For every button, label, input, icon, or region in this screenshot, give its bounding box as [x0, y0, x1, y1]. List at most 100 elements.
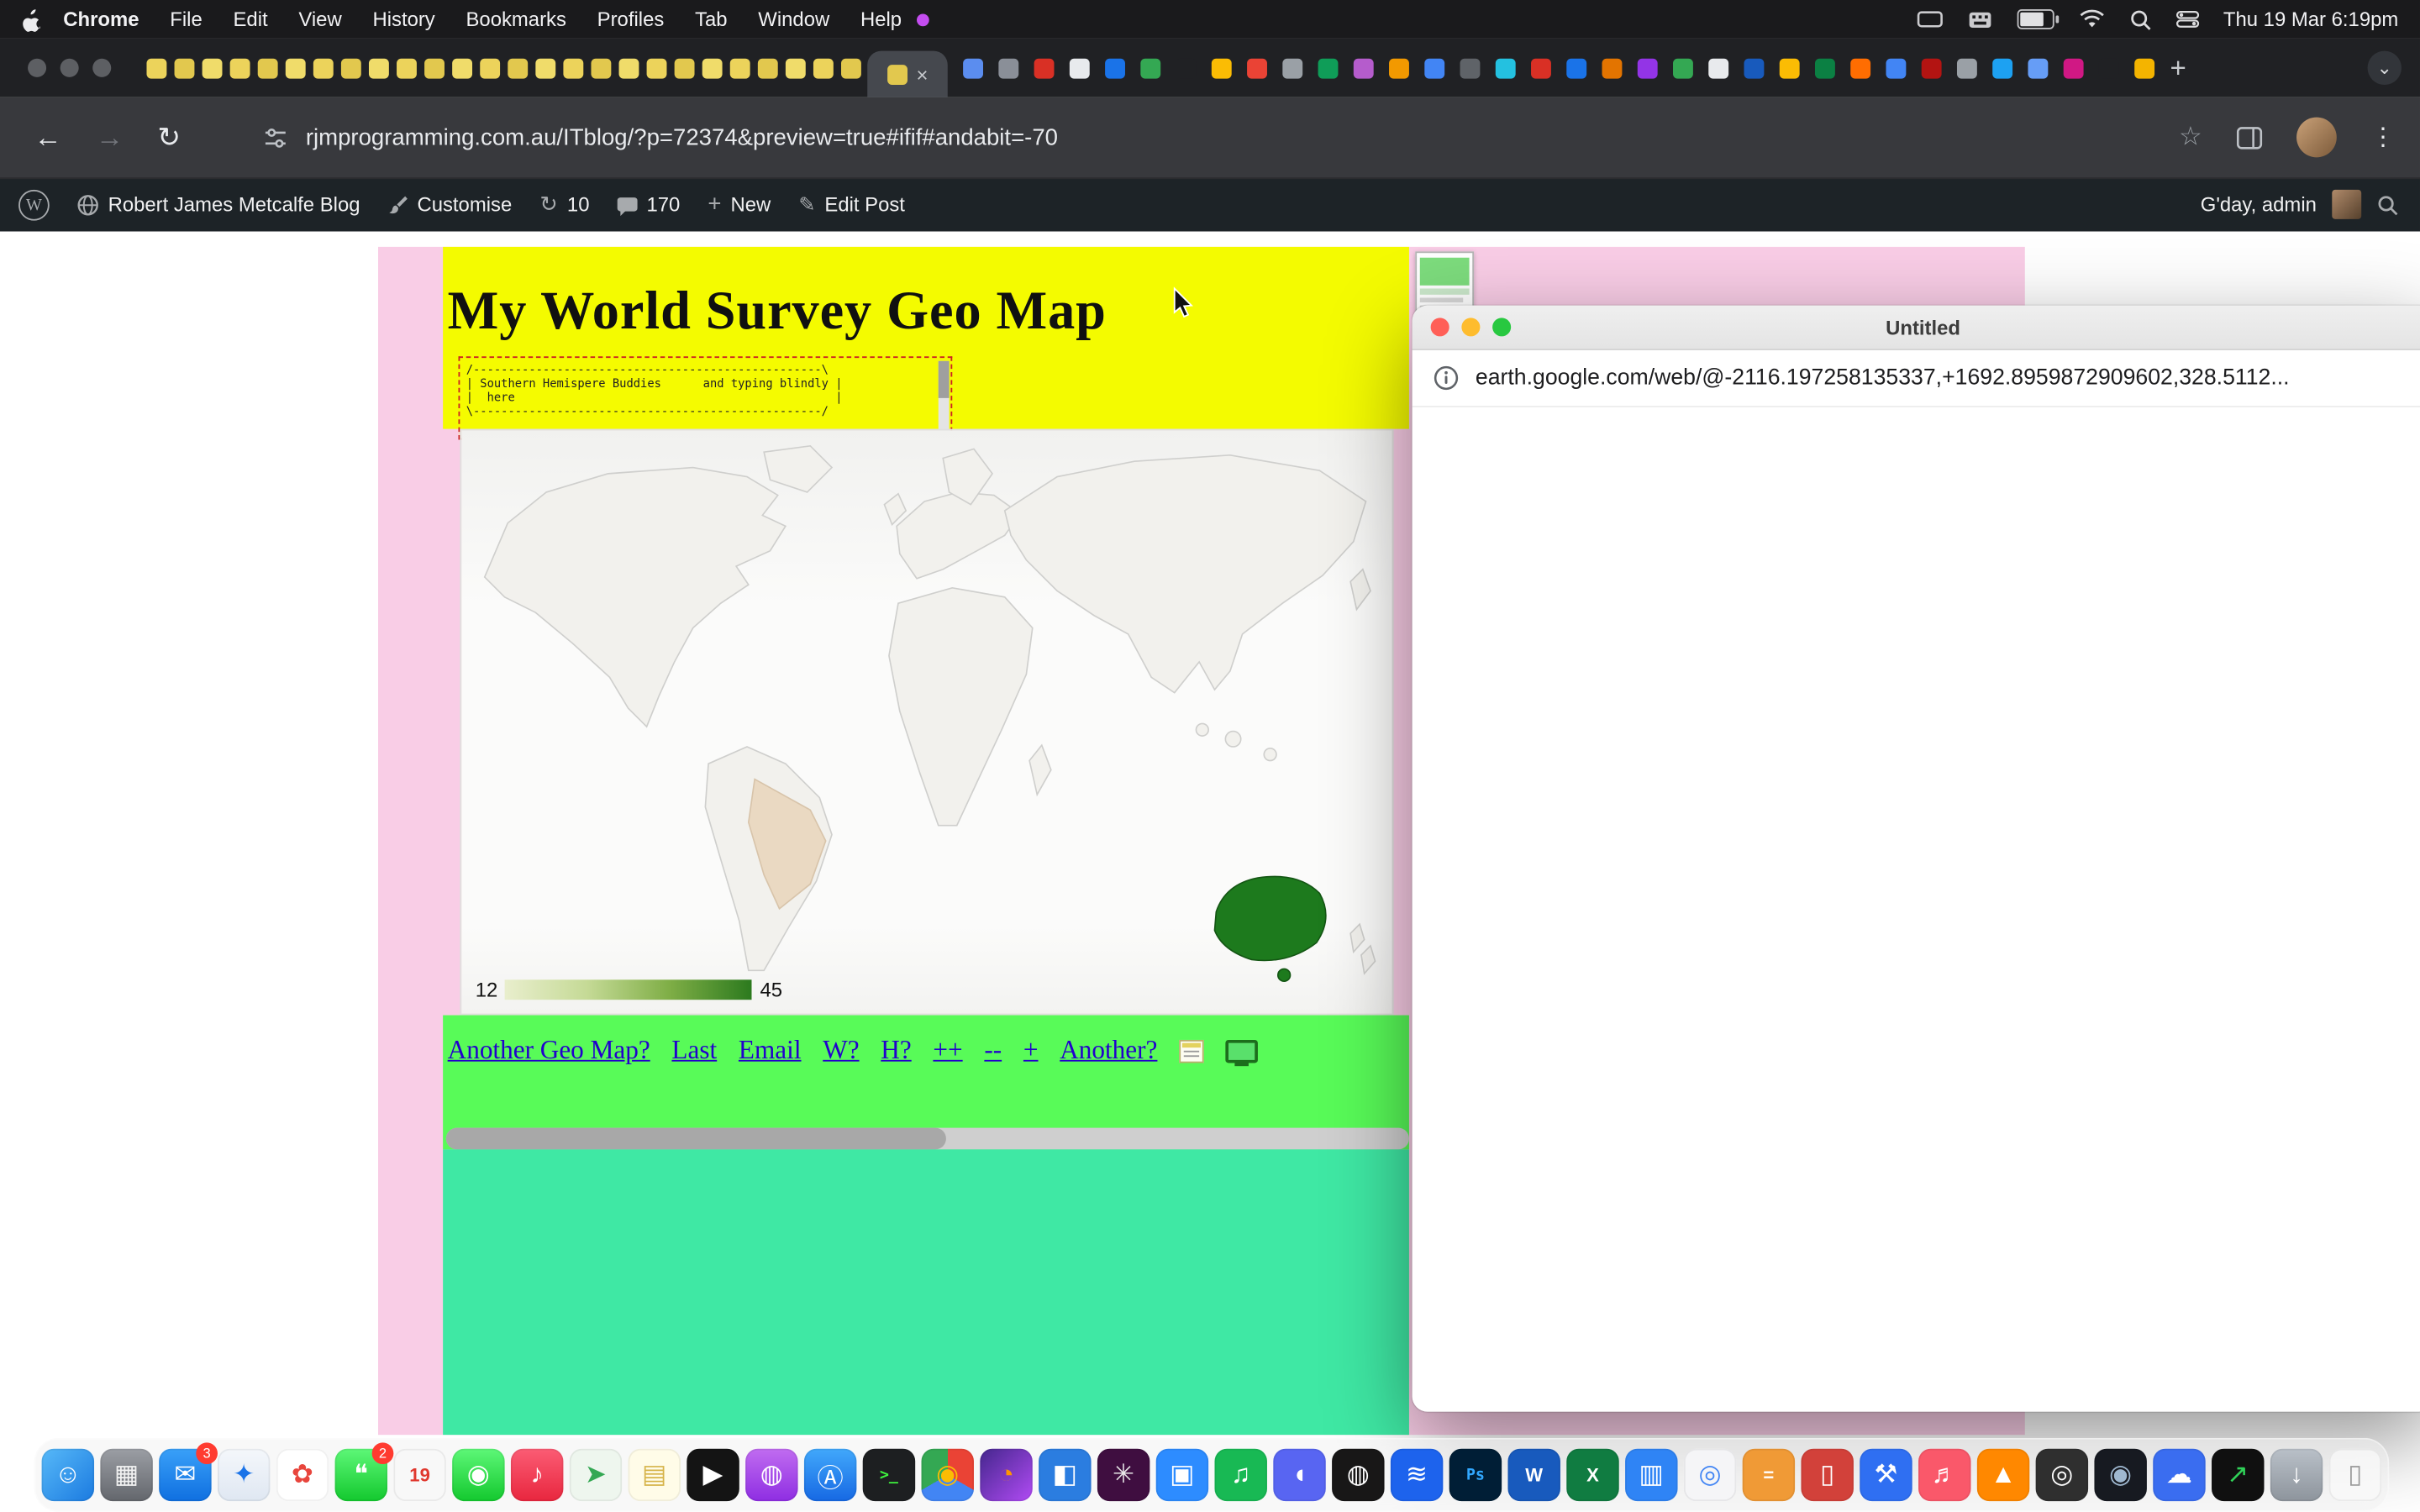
background-tab[interactable] [1780, 58, 1800, 78]
post-link[interactable]: Email [739, 1035, 802, 1066]
dock-icon-github[interactable]: ◍ [1332, 1449, 1384, 1501]
dock-icon-appstore[interactable]: Ⓐ [804, 1449, 856, 1501]
menu-item[interactable]: Profiles [597, 8, 665, 31]
earth-zoom-button[interactable] [1492, 318, 1511, 336]
reload-button[interactable]: ↻ [157, 121, 181, 154]
dock-icon-vlc[interactable]: ▲ [1977, 1449, 2029, 1501]
dock-icon-excel[interactable]: X [1566, 1449, 1618, 1501]
background-tab[interactable] [1531, 58, 1551, 78]
menu-item[interactable]: Tab [695, 8, 728, 31]
dock-icon-maps[interactable]: ➤ [570, 1449, 622, 1501]
dock-icon-zoom[interactable]: ▣ [1156, 1449, 1208, 1501]
dock-icon-stocks[interactable]: ↗ [2212, 1449, 2264, 1501]
edit-post-menu[interactable]: ✎ Edit Post [798, 192, 905, 217]
background-tab[interactable] [1070, 58, 1090, 78]
forward-button[interactable]: → [96, 121, 124, 154]
background-tab[interactable] [2028, 58, 2048, 78]
background-tab[interactable] [963, 58, 983, 78]
background-tab[interactable] [1424, 58, 1444, 78]
pinned-tab[interactable] [341, 58, 361, 78]
dock-icon-slack[interactable]: ✳ [1097, 1449, 1150, 1501]
untitled-earth-window[interactable]: Untitled earth.google.com/web/@-2116.197… [1413, 306, 2420, 1412]
window-close-button[interactable] [28, 59, 46, 77]
pinned-tab[interactable] [369, 58, 389, 78]
pinned-tab[interactable] [786, 58, 806, 78]
info-icon[interactable] [1434, 365, 1458, 390]
admin-search-icon[interactable] [2377, 194, 2399, 216]
dock-icon-podcasts[interactable]: ◍ [745, 1449, 797, 1501]
background-tab[interactable] [1034, 58, 1055, 78]
pinned-tab[interactable] [203, 58, 223, 78]
dock-icon-messages[interactable]: ❝ 2 [335, 1449, 387, 1501]
menu-item[interactable]: Edit [233, 8, 267, 31]
dock-icon-finder[interactable]: ☺ [42, 1449, 94, 1501]
dock-icon-steam[interactable]: ◉ [2094, 1449, 2146, 1501]
post-link[interactable]: H? [881, 1035, 911, 1066]
pinned-tab[interactable] [563, 58, 583, 78]
background-tab[interactable] [1957, 58, 1977, 78]
pinned-tab[interactable] [286, 58, 306, 78]
back-button[interactable]: ← [34, 121, 61, 154]
post-link[interactable]: + [1023, 1035, 1039, 1066]
post-link[interactable]: Last [671, 1035, 717, 1066]
dock-icon-calculator[interactable]: = [1743, 1449, 1795, 1501]
menu-item[interactable]: File [170, 8, 202, 31]
dock-icon-photoshop[interactable]: Ps [1449, 1449, 1502, 1501]
apple-menu-icon[interactable] [22, 7, 42, 31]
background-tab[interactable] [2134, 58, 2154, 78]
menu-item[interactable]: View [298, 8, 341, 31]
pinned-tab[interactable] [730, 58, 750, 78]
pinned-tab[interactable] [619, 58, 639, 78]
account-greeting[interactable]: G'day, admin [2201, 193, 2317, 217]
dock-icon-docker[interactable]: ≋ [1391, 1449, 1443, 1501]
background-tab[interactable] [1460, 58, 1481, 78]
background-tab[interactable] [1282, 58, 1302, 78]
world-geo-map[interactable] [461, 430, 1392, 1013]
background-tab[interactable] [1496, 58, 1516, 78]
pinned-tab[interactable] [230, 58, 250, 78]
region-australia[interactable] [1215, 876, 1326, 981]
dock-icon-photos[interactable]: ✿ [276, 1449, 329, 1501]
side-panel-icon[interactable] [2236, 126, 2262, 150]
background-tab[interactable] [1212, 58, 1232, 78]
dock-icon-terminal[interactable]: >_ [863, 1449, 915, 1501]
post-link[interactable]: W? [823, 1035, 859, 1066]
comments-menu[interactable]: 170 [618, 193, 681, 217]
keyboard-brightness-icon[interactable] [1967, 10, 1991, 29]
background-tab[interactable] [1850, 58, 1870, 78]
background-tab[interactable] [1140, 58, 1160, 78]
background-tab[interactable] [1105, 58, 1125, 78]
pinned-tab[interactable] [508, 58, 528, 78]
post-link[interactable]: -- [984, 1035, 1002, 1066]
dock-icon-vscode[interactable]: ◧ [1039, 1449, 1091, 1501]
profile-avatar[interactable] [2296, 118, 2337, 158]
pinned-tab[interactable] [452, 58, 472, 78]
dock-icon-downloads[interactable]: ↓ [2270, 1449, 2323, 1501]
dock-icon-chrome[interactable]: ◉ [922, 1449, 974, 1501]
dock-icon-music[interactable]: ♪ [511, 1449, 563, 1501]
active-tab[interactable]: × [867, 51, 948, 97]
pinned-tab[interactable] [258, 58, 278, 78]
admin-bar-site-menu[interactable]: Robert James Metcalfe Blog [77, 193, 360, 217]
post-link[interactable]: Another? [1060, 1035, 1157, 1066]
spotlight-search-icon[interactable] [2129, 8, 2151, 30]
pinned-tab[interactable] [675, 58, 695, 78]
menu-bar-clock[interactable]: Thu 19 Mar 6:19pm [2223, 8, 2398, 31]
new-content-menu[interactable]: + New [708, 192, 771, 218]
menu-item[interactable]: Window [758, 8, 829, 31]
pinned-tab[interactable] [535, 58, 555, 78]
pinned-tab[interactable] [313, 58, 334, 78]
ascii-textarea[interactable]: /---------------------------------------… [459, 356, 953, 439]
pinned-tab[interactable] [758, 58, 778, 78]
monitor-icon[interactable] [1225, 1039, 1258, 1063]
new-tab-button[interactable]: + [2170, 52, 2186, 85]
background-tab[interactable] [1638, 58, 1658, 78]
background-tab[interactable] [1673, 58, 1693, 78]
updates-menu[interactable]: ↻ 10 [539, 192, 589, 218]
window-minimize-button[interactable] [60, 59, 79, 77]
dock-icon-calendar[interactable]: 19 [393, 1449, 445, 1501]
horizontal-scrollbar[interactable] [446, 1128, 1409, 1150]
background-tab[interactable] [998, 58, 1018, 78]
background-tab[interactable] [1602, 58, 1623, 78]
address-bar[interactable]: rjmprogramming.com.au/ITblog/?p=72374&pr… [221, 124, 2179, 150]
